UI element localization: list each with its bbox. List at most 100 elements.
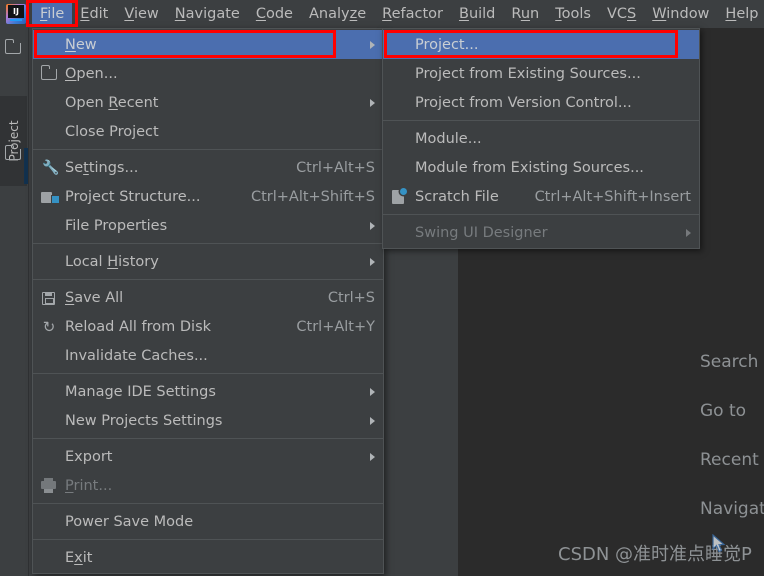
menubar-item-label: Analyze	[308, 6, 367, 22]
menu-item-manage-ide-settings[interactable]: Manage IDE Settings	[33, 377, 383, 406]
menu-item-label: Open...	[65, 65, 118, 82]
ide-window: Search Go to Recent Navigate Project Fil…	[0, 0, 764, 576]
menu-item-label: Project from Existing Sources...	[415, 65, 641, 82]
menu-item-label: Swing UI Designer	[415, 224, 548, 241]
menu-item-open[interactable]: Open...	[33, 59, 383, 88]
menu-item-icon-placeholder	[39, 253, 61, 271]
menu-item-label: Exit	[65, 549, 93, 566]
tool-strip-accent	[24, 148, 28, 184]
menu-item-label: New Projects Settings	[65, 412, 223, 429]
menubar-item-view[interactable]: View	[116, 3, 166, 25]
menubar-item-navigate[interactable]: Navigate	[167, 3, 248, 25]
chevron-right-icon	[370, 387, 375, 396]
menubar-item-run[interactable]: Run	[503, 3, 547, 25]
chevron-right-icon	[370, 221, 375, 230]
menu-separator	[33, 438, 383, 439]
menu-item-export[interactable]: Export	[33, 442, 383, 471]
menu-item-project[interactable]: Project...	[383, 30, 699, 59]
reload-icon: ↻	[42, 317, 56, 336]
menubar-item-edit[interactable]: Edit	[72, 3, 116, 25]
menu-item-label: Print...	[65, 477, 113, 494]
menubar-item-tools[interactable]: Tools	[547, 3, 599, 25]
left-tool-strip: Project	[0, 28, 28, 576]
file-menu-dropdown[interactable]: New Open... Open Recent Close Project 🔧 Setti…	[32, 28, 384, 574]
save-icon	[39, 289, 61, 307]
menu-item-project-from-version-control[interactable]: Project from Version Control...	[383, 88, 699, 117]
menu-item-label: Settings...	[65, 159, 139, 176]
menu-item-module[interactable]: Module...	[383, 124, 699, 153]
menu-item-exit[interactable]: Exit	[33, 543, 383, 572]
menu-item-icon-placeholder	[39, 549, 61, 567]
menu-item-file-properties[interactable]: File Properties	[33, 211, 383, 240]
menu-item-icon-placeholder	[389, 36, 411, 54]
menubar-item-analyze[interactable]: Analyze	[301, 3, 374, 25]
menu-item-icon-placeholder	[39, 217, 61, 235]
menubar-item-help[interactable]: Help	[717, 3, 764, 25]
menu-item-new-projects-settings[interactable]: New Projects Settings	[33, 406, 383, 435]
menu-item-reload-all-from-disk[interactable]: ↻ Reload All from Disk Ctrl+Alt+Y	[33, 312, 383, 341]
menu-separator	[33, 243, 383, 244]
menubar-item-label: Build	[458, 6, 496, 22]
menu-item-new[interactable]: New	[33, 30, 383, 59]
menu-item-open-recent[interactable]: Open Recent	[33, 88, 383, 117]
menu-item-close-project[interactable]: Close Project	[33, 117, 383, 146]
menu-separator	[33, 503, 383, 504]
menubar-item-label: Code	[255, 6, 293, 22]
chevron-right-icon	[370, 40, 375, 49]
welcome-hints: Search Go to Recent Navigate	[700, 338, 764, 534]
menu-item-project-from-existing-sources[interactable]: Project from Existing Sources...	[383, 59, 699, 88]
menu-item-power-save-mode[interactable]: Power Save Mode	[33, 507, 383, 536]
new-submenu-dropdown[interactable]: Project... Project from Existing Sources.…	[382, 28, 700, 249]
menu-item-label: Save All	[65, 289, 124, 306]
menu-item-label: Open Recent	[65, 94, 159, 111]
menu-item-icon-placeholder	[39, 347, 61, 365]
menu-item-invalidate-caches[interactable]: Invalidate Caches...	[33, 341, 383, 370]
menu-item-icon-placeholder	[389, 65, 411, 83]
menu-item-icon-placeholder	[39, 448, 61, 466]
menu-item-label: Manage IDE Settings	[65, 383, 216, 400]
menu-item-save-all[interactable]: Save All Ctrl+S	[33, 283, 383, 312]
menubar-item-refactor[interactable]: Refactor	[374, 3, 451, 25]
menu-item-module-from-existing-sources[interactable]: Module from Existing Sources...	[383, 153, 699, 182]
folder-icon[interactable]	[4, 145, 24, 162]
menu-item-icon-placeholder	[39, 36, 61, 54]
menu-item-icon-placeholder	[39, 123, 61, 141]
menu-item-label: Invalidate Caches...	[65, 347, 208, 364]
menu-item-local-history[interactable]: Local History	[33, 247, 383, 276]
menu-item-print: Print...	[33, 471, 383, 500]
menu-item-label: New	[65, 36, 97, 53]
menubar-item-label: VCS	[606, 6, 637, 22]
menubar-item-vcs[interactable]: VCS	[599, 3, 644, 25]
welcome-hint-navigate: Navigate	[700, 499, 764, 519]
mouse-pointer-icon	[712, 533, 727, 559]
menu-item-label: Close Project	[65, 123, 159, 140]
menubar-item-label: Run	[511, 6, 540, 22]
menu-separator	[33, 279, 383, 280]
menu-item-shortcut: Ctrl+Alt+S	[296, 159, 375, 176]
menu-item-label: Project Structure...	[65, 188, 201, 205]
menubar-item-window[interactable]: Window	[644, 3, 717, 25]
menu-item-icon-placeholder	[39, 94, 61, 112]
menu-bar: File Edit View Navigate Code Analyze Refactor B…	[0, 0, 764, 28]
menu-item-scratch-file[interactable]: Scratch File Ctrl+Alt+Shift+Insert	[383, 182, 699, 211]
menubar-item-label: Window	[652, 6, 710, 22]
menubar-item-label: Navigate	[174, 6, 240, 22]
menubar-item-build[interactable]: Build	[451, 3, 503, 25]
menu-item-project-structure[interactable]: Project Structure... Ctrl+Alt+Shift+S	[33, 182, 383, 211]
sidebar-item-project[interactable]: Project	[0, 96, 27, 186]
chevron-right-icon	[370, 98, 375, 107]
menubar-item-file[interactable]: File	[32, 3, 73, 25]
menubar-item-code[interactable]: Code	[248, 3, 301, 25]
menu-item-shortcut: Ctrl+Alt+Y	[296, 318, 375, 335]
welcome-hint-recent: Recent	[700, 450, 759, 470]
menu-item-label: File Properties	[65, 217, 168, 234]
menu-item-label: Project from Version Control...	[415, 94, 632, 111]
menu-separator	[33, 373, 383, 374]
menu-item-icon-placeholder	[39, 412, 61, 430]
folder-icon[interactable]	[4, 39, 24, 56]
scratch-file-icon	[389, 187, 411, 206]
menu-item-label: Project...	[415, 36, 479, 53]
folder-icon	[39, 64, 61, 83]
menu-item-settings[interactable]: 🔧 Settings... Ctrl+Alt+S	[33, 153, 383, 182]
menu-item-label: Reload All from Disk	[65, 318, 212, 335]
